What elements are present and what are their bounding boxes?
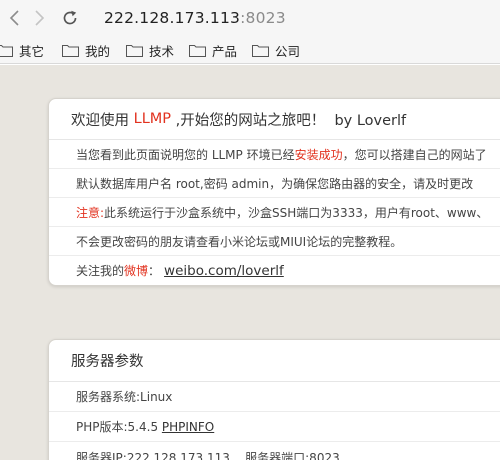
bookmark-mine[interactable]: 我的: [62, 41, 110, 59]
tutorial-line: 不会更改密码的朋友请查看小米论坛或MIUI论坛的完整教程。: [49, 227, 500, 256]
bookmark-label: 我的: [85, 43, 111, 59]
forward-button[interactable]: [26, 0, 54, 36]
folder-icon: [62, 44, 79, 57]
line-text: PHP版本:5.4.5: [76, 420, 162, 434]
server-params-title: 服务器参数: [49, 340, 500, 382]
line-text: 不会更改密码的朋友请查看小米论坛或MIUI论坛的完整教程。: [76, 234, 403, 249]
default-credentials-line: 默认数据库用户名 root,密码 admin，为确保您路由器的安全，请及时更改: [49, 169, 500, 198]
server-os-line: 服务器系统:Linux: [49, 382, 500, 412]
welcome-card: 欢迎使用 LLMP ,开始您的网站之旅吧！ by Loverlf 当您看到此页面…: [48, 98, 500, 286]
line-text: 当您看到此页面说明您的 LLMP 环境已经: [76, 147, 295, 162]
weibo-link[interactable]: weibo.com/loverlf: [164, 263, 284, 279]
phpinfo-link[interactable]: PHPINFO: [162, 420, 214, 434]
welcome-title-prefix: 欢迎使用: [71, 112, 134, 129]
bookmark-products[interactable]: 产品: [189, 41, 237, 59]
line-text: 关注我的: [76, 264, 125, 278]
weibo-highlight: 微博: [124, 264, 149, 278]
welcome-title-suffix: ,开始您的网站之旅吧！ by Loverlf: [171, 112, 407, 129]
line-text: 服务器系统:Linux: [76, 390, 173, 404]
bookmark-label: 产品: [212, 43, 238, 59]
chevron-left-icon: [9, 10, 19, 26]
notice-label: 注意:: [76, 205, 105, 220]
php-version-line: PHP版本:5.4.5 PHPINFO: [49, 412, 500, 442]
folder-icon: [252, 44, 269, 57]
bookmark-company[interactable]: 公司: [252, 41, 300, 59]
reload-icon: [63, 10, 77, 25]
bookmark-label: 技术: [149, 43, 175, 59]
install-success-line: 当您看到此页面说明您的 LLMP 环境已经 安装成功 ，您可以搭建自己的网站了: [49, 140, 500, 169]
welcome-title: 欢迎使用 LLMP ,开始您的网站之旅吧！ by Loverlf: [49, 99, 500, 140]
browser-toolbar: 222.128.173.113:8023: [0, 0, 500, 36]
line-text: ，您可以搭建自己的网站了: [342, 147, 487, 162]
bookmarks-bar: 其它 我的 技术 产品 公司: [0, 36, 500, 64]
reload-button[interactable]: [56, 0, 84, 36]
server-params-card: 服务器参数 服务器系统:Linux PHP版本:5.4.5 PHPINFO 服务…: [48, 339, 500, 460]
line-text: 服务器IP:222.128.173.113 服务器端口:8023: [76, 450, 340, 460]
folder-icon: [0, 44, 13, 57]
install-success-highlight: 安装成功: [294, 147, 343, 162]
folder-icon: [126, 44, 143, 57]
chevron-right-icon: [35, 10, 45, 26]
address-host: 222.128.173.113: [104, 9, 241, 27]
page-content: 欢迎使用 LLMP ,开始您的网站之旅吧！ by Loverlf 当您看到此页面…: [0, 65, 500, 460]
back-button[interactable]: [0, 0, 28, 36]
address-port: :8023: [240, 9, 286, 27]
bookmark-tech[interactable]: 技术: [126, 41, 174, 59]
bookmark-other[interactable]: 其它: [0, 41, 44, 59]
bookmark-label: 公司: [275, 43, 301, 59]
sandbox-notice-line: 注意: 此系统运行于沙盒系统中，沙盒SSH端口为3333，用户有root、www、: [49, 198, 500, 227]
brand-name: LLMP: [133, 111, 172, 127]
server-ip-line: 服务器IP:222.128.173.113 服务器端口:8023: [49, 442, 500, 460]
address-bar[interactable]: 222.128.173.113:8023: [104, 9, 286, 27]
folder-icon: [189, 44, 206, 57]
bookmark-label: 其它: [19, 43, 45, 59]
line-text: 默认数据库用户名 root,密码 admin，为确保您路由器的安全，请及时更改: [76, 176, 474, 191]
line-text: 此系统运行于沙盒系统中，沙盒SSH端口为3333，用户有root、www、: [104, 205, 489, 220]
line-text: ：: [148, 264, 161, 278]
weibo-line: 关注我的 微博： weibo.com/loverlf: [49, 256, 500, 285]
